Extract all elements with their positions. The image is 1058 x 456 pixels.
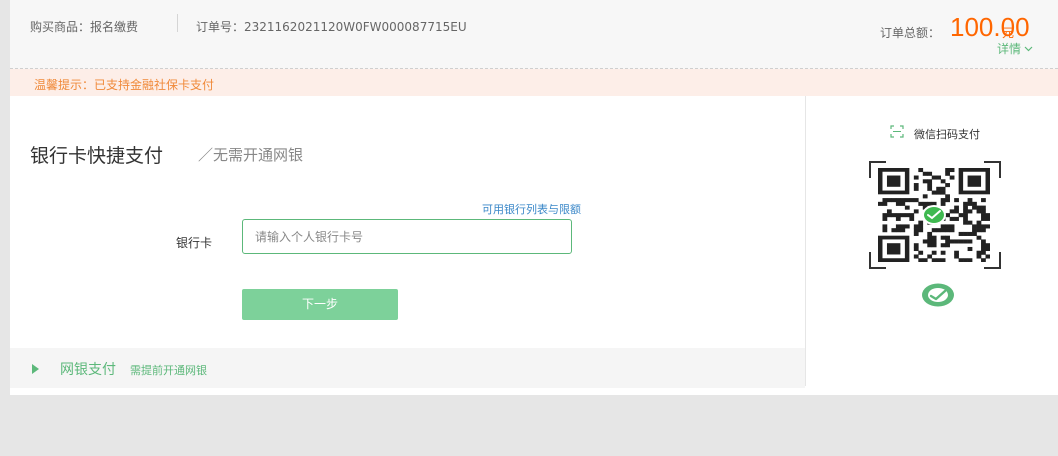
quickpay-subtitle: ／无需开通网银 [198,146,304,164]
qr-code-frame [868,160,1002,270]
card-number-input[interactable] [242,219,572,254]
bank-limit-link[interactable]: 可用银行列表与限额 [482,201,581,217]
qr-code [878,168,991,263]
total-unit: 元 [1002,26,1015,40]
quickpay-section: 银行卡快捷支付 ／无需开通网银 可用银行列表与限额 银行卡 下一步 网银支付 需… [10,96,805,395]
header-divider [177,14,178,32]
detail-toggle[interactable]: 详情 [997,40,1033,57]
netbank-toggle[interactable]: 网银支付 需提前开通网银 [10,348,805,388]
next-step-button[interactable]: 下一步 [242,289,398,320]
payment-panel: 购买商品：报名缴费 订单号：2321162021120W0FW000087715… [10,0,1058,395]
chevron-down-icon [1024,41,1033,55]
play-triangle-icon [32,364,39,374]
order-header: 购买商品：报名缴费 订单号：2321162021120W0FW000087715… [10,0,1058,69]
scan-label: 微信扫码支付 [914,128,980,141]
total-label: 订单总额： [880,26,941,40]
wechat-pay-section: 微信扫码支付 [806,96,1058,386]
notice-bar: 温馨提示：已支持金融社保卡支付 [10,69,1058,96]
order-number: 订单号：2321162021120W0FW000087715EU [196,20,467,34]
total-amount: 100.00 [950,12,1030,42]
quickpay-title: 银行卡快捷支付 [30,145,164,167]
product-name: 购买商品：报名缴费 [30,20,139,34]
netbank-subtitle: 需提前开通网银 [130,364,207,377]
netbank-title: 网银支付 [60,362,116,378]
wechat-icon [921,283,955,311]
card-label: 银行卡 [176,236,213,250]
notice-text: 温馨提示：已支持金融社保卡支付 [34,78,215,92]
detail-label: 详情 [997,42,1022,56]
scan-icon [890,125,904,141]
